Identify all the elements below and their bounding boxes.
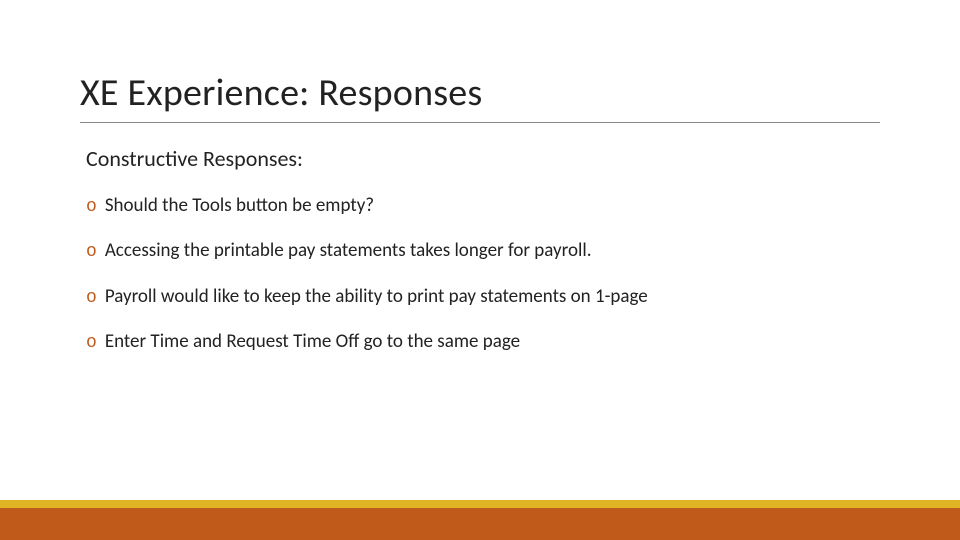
list-item-text: Accessing the printable pay statements t… — [105, 239, 592, 264]
footer-gold-stripe — [0, 500, 960, 508]
footer-orange-stripe — [0, 508, 960, 540]
bullet-marker-icon: o — [86, 241, 97, 264]
bullet-list: o Should the Tools button be empty? o Ac… — [86, 194, 880, 356]
list-item-text: Payroll would like to keep the ability t… — [105, 285, 648, 310]
list-item-text: Should the Tools button be empty? — [105, 194, 374, 219]
list-item: o Should the Tools button be empty? — [86, 194, 880, 219]
slide-subheading: Constructive Responses: — [86, 145, 880, 172]
bullet-marker-icon: o — [86, 332, 97, 355]
list-item: o Accessing the printable pay statements… — [86, 239, 880, 264]
slide-title: XE Experience: Responses — [80, 70, 880, 123]
list-item: o Enter Time and Request Time Off go to … — [86, 330, 880, 355]
slide-container: XE Experience: Responses Constructive Re… — [0, 0, 960, 540]
footer-accent-bar — [0, 500, 960, 540]
bullet-marker-icon: o — [86, 287, 97, 310]
list-item-text: Enter Time and Request Time Off go to th… — [105, 330, 520, 355]
list-item: o Payroll would like to keep the ability… — [86, 285, 880, 310]
bullet-marker-icon: o — [86, 196, 97, 219]
